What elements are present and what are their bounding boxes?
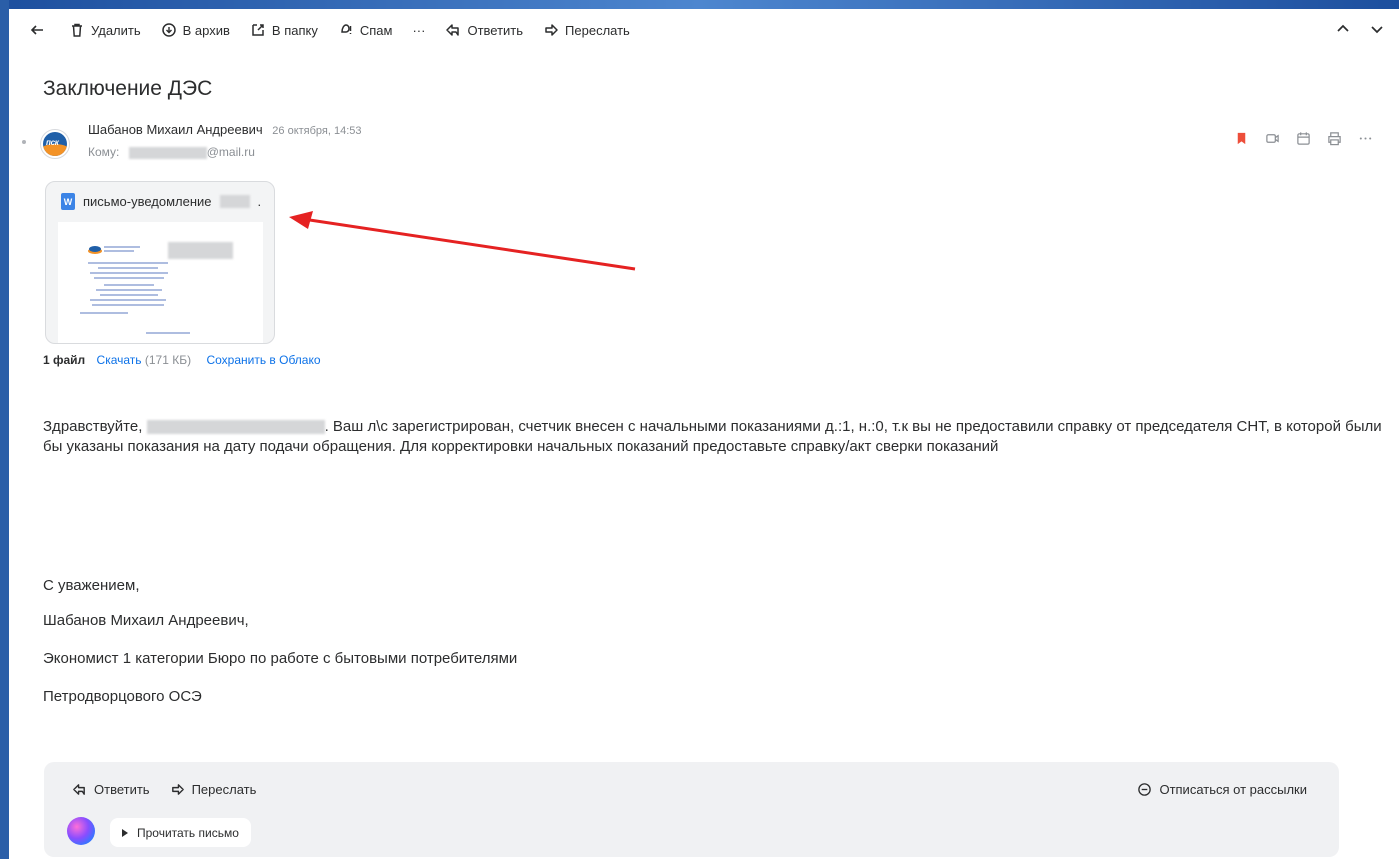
red-annotation-arrow (289, 211, 636, 271)
reply-button[interactable]: Ответить (445, 22, 523, 38)
scrollbar-track[interactable] (1390, 9, 1399, 639)
greeting: Здравствуйте, (43, 418, 143, 435)
folder-move-icon (252, 24, 264, 36)
recipient-line: Кому: @mail.ru (88, 145, 255, 159)
more-button[interactable]: ··· (412, 23, 425, 38)
preview-line (92, 304, 164, 306)
message-toolbar: Удалить В архив В папку Спам ··· Ответит… (9, 9, 1399, 51)
delete-button[interactable]: Удалить (69, 22, 141, 38)
signature-department: Петродворцового ОСЭ (43, 688, 202, 705)
signature-position: Экономист 1 категории Бюро по работе с б… (43, 650, 518, 667)
spam-icon (341, 24, 352, 34)
preview-line (104, 250, 134, 252)
minus-circle-icon (1138, 783, 1152, 796)
read-aloud-button[interactable]: Прочитать письмо (110, 818, 251, 847)
reply-icon (446, 24, 460, 36)
attachment-size: (171 КБ) (144, 353, 192, 367)
preview-redacted (168, 242, 233, 259)
sender-name[interactable]: Шабанов Михаил Андреевич (88, 122, 263, 137)
download-link[interactable]: Скачать (97, 353, 142, 367)
attachment-actions: 1 файл Скачать (171 КБ) Сохранить в Обла… (43, 353, 321, 367)
quick-forward-button[interactable]: Переслать (170, 782, 257, 797)
forward-icon (545, 24, 558, 36)
message-actions (1234, 131, 1373, 146)
unsubscribe-label: Отписаться от рассылки (1159, 782, 1307, 797)
calendar-icon[interactable] (1296, 131, 1311, 146)
quick-reply-actions: Ответить Переслать (72, 782, 256, 797)
chevron-up-icon[interactable] (1335, 21, 1351, 37)
preview-logo-icon (88, 246, 102, 254)
avatar-logo: пск (43, 132, 67, 156)
to-label: Кому: (88, 145, 120, 159)
to-domain[interactable]: @mail.ru (207, 145, 255, 159)
unread-dot[interactable] (22, 140, 26, 144)
reply-label: Ответить (467, 22, 524, 38)
quick-forward-label: Переслать (191, 782, 257, 797)
preview-line (90, 299, 166, 301)
preview-line (88, 262, 168, 264)
more-actions-icon[interactable] (1358, 131, 1373, 146)
attachment-file-suffix: . (257, 194, 262, 209)
signature-regards: С уважением, (43, 577, 140, 594)
archive-icon (161, 23, 176, 37)
unsubscribe-button[interactable]: Отписаться от рассылки (1137, 782, 1307, 797)
word-document-icon: W (61, 193, 75, 210)
read-aloud-label: Прочитать письмо (137, 825, 239, 840)
quick-reply-label: Ответить (94, 782, 150, 797)
files-count: 1 файл (43, 353, 86, 367)
attachment-card[interactable]: W письмо-уведомление . (45, 181, 275, 344)
email-body: Здравствуйте, . Ваш л\с зарегистрирован,… (43, 417, 1388, 457)
redacted-recipient (128, 146, 207, 159)
attachment-preview (58, 222, 263, 343)
email-subject: Заключение ДЭС (43, 77, 213, 100)
signature-name: Шабанов Михаил Андреевич, (43, 612, 249, 629)
forward-button[interactable]: Переслать (543, 22, 630, 38)
archive-label: В архив (182, 22, 230, 38)
back-button[interactable] (29, 22, 45, 38)
archive-button[interactable]: В архив (161, 22, 230, 38)
preview-line (100, 294, 158, 296)
preview-line (90, 272, 168, 274)
desktop-left-edge (0, 0, 9, 859)
spam-button[interactable]: Спам (338, 22, 393, 38)
redacted-filename-part (219, 195, 250, 208)
preview-line (80, 312, 128, 314)
mail-reader-window: Удалить В архив В папку Спам ··· Ответит… (9, 9, 1399, 859)
attachment-header: W письмо-уведомление . (61, 193, 261, 210)
forward-label: Переслать (565, 22, 630, 38)
nav-arrows (1335, 21, 1385, 37)
spam-label: Спам (359, 22, 393, 38)
move-to-folder-button[interactable]: В папку (250, 22, 318, 38)
delete-label: Удалить (91, 22, 141, 38)
forward-icon (171, 784, 184, 795)
preview-line (94, 277, 164, 279)
desktop-top-edge (0, 0, 1399, 9)
bookmark-icon[interactable] (1234, 131, 1249, 146)
quick-reply-panel: Ответить Переслать Отписаться от рассылк… (44, 762, 1339, 857)
preview-line (104, 284, 154, 286)
sender-line: Шабанов Михаил Андреевич 26 октября, 14:… (88, 122, 362, 137)
preview-line (146, 332, 190, 334)
reply-icon (73, 784, 85, 795)
quick-reply-button[interactable]: Ответить (72, 782, 150, 797)
folder-label: В папку (271, 22, 318, 38)
arrow-left-icon (30, 25, 43, 35)
print-icon[interactable] (1327, 131, 1342, 146)
email-date: 26 октября, 14:53 (272, 125, 362, 137)
preview-line (96, 289, 162, 291)
trash-icon (72, 23, 82, 37)
play-icon (122, 828, 128, 837)
preview-line (98, 267, 158, 269)
attachment-filename: письмо-уведомление (83, 194, 212, 209)
save-to-cloud-link[interactable]: Сохранить в Облако (206, 353, 320, 367)
sender-avatar[interactable]: пск (40, 129, 70, 159)
video-call-icon[interactable] (1265, 131, 1280, 146)
chevron-down-icon[interactable] (1369, 21, 1385, 37)
avatar-logo-text: пск (46, 138, 59, 147)
more-label: ··· (412, 22, 426, 38)
redacted-name (146, 420, 325, 435)
assistant-orb-icon[interactable] (67, 817, 95, 845)
preview-line (104, 246, 140, 248)
